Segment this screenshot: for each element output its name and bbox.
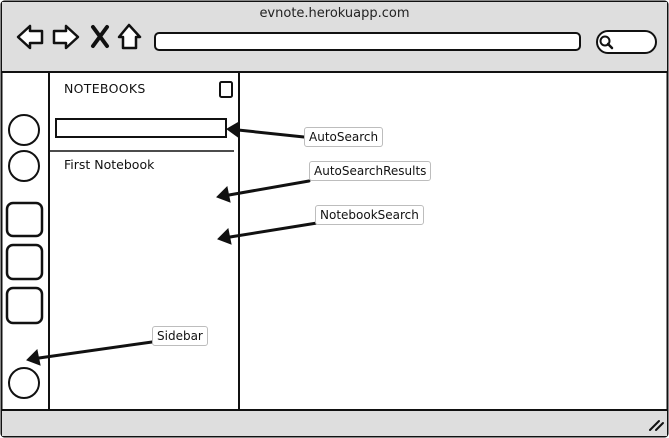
address-bar[interactable] xyxy=(154,32,581,51)
sidebar-circle-icon-3[interactable] xyxy=(8,367,40,399)
status-bar xyxy=(2,411,667,436)
notebooks-title: NOTEBOOKS xyxy=(64,81,146,96)
sidebar-circle-icon-1[interactable] xyxy=(8,114,40,146)
notebook-icon[interactable] xyxy=(219,81,233,98)
notebook-list-item[interactable]: First Notebook xyxy=(64,157,154,172)
autosearch-label: AutoSearch xyxy=(304,127,384,147)
sidebar-square-icon-3[interactable] xyxy=(5,286,44,325)
sidebar-square-icon-2[interactable] xyxy=(5,243,44,281)
sidebar-circle-icon-2[interactable] xyxy=(8,150,40,182)
browser-url-text: evnote.herokuapp.com xyxy=(259,6,410,21)
sidebar-label: Sidebar xyxy=(152,326,208,346)
sidebar-square-icon-1[interactable] xyxy=(5,201,44,238)
autosearch-results-label: AutoSearchResults xyxy=(309,161,432,181)
search-box[interactable] xyxy=(596,30,657,54)
autosearch-input[interactable] xyxy=(55,118,227,138)
notebook-search-label: NotebookSearch xyxy=(315,205,424,225)
